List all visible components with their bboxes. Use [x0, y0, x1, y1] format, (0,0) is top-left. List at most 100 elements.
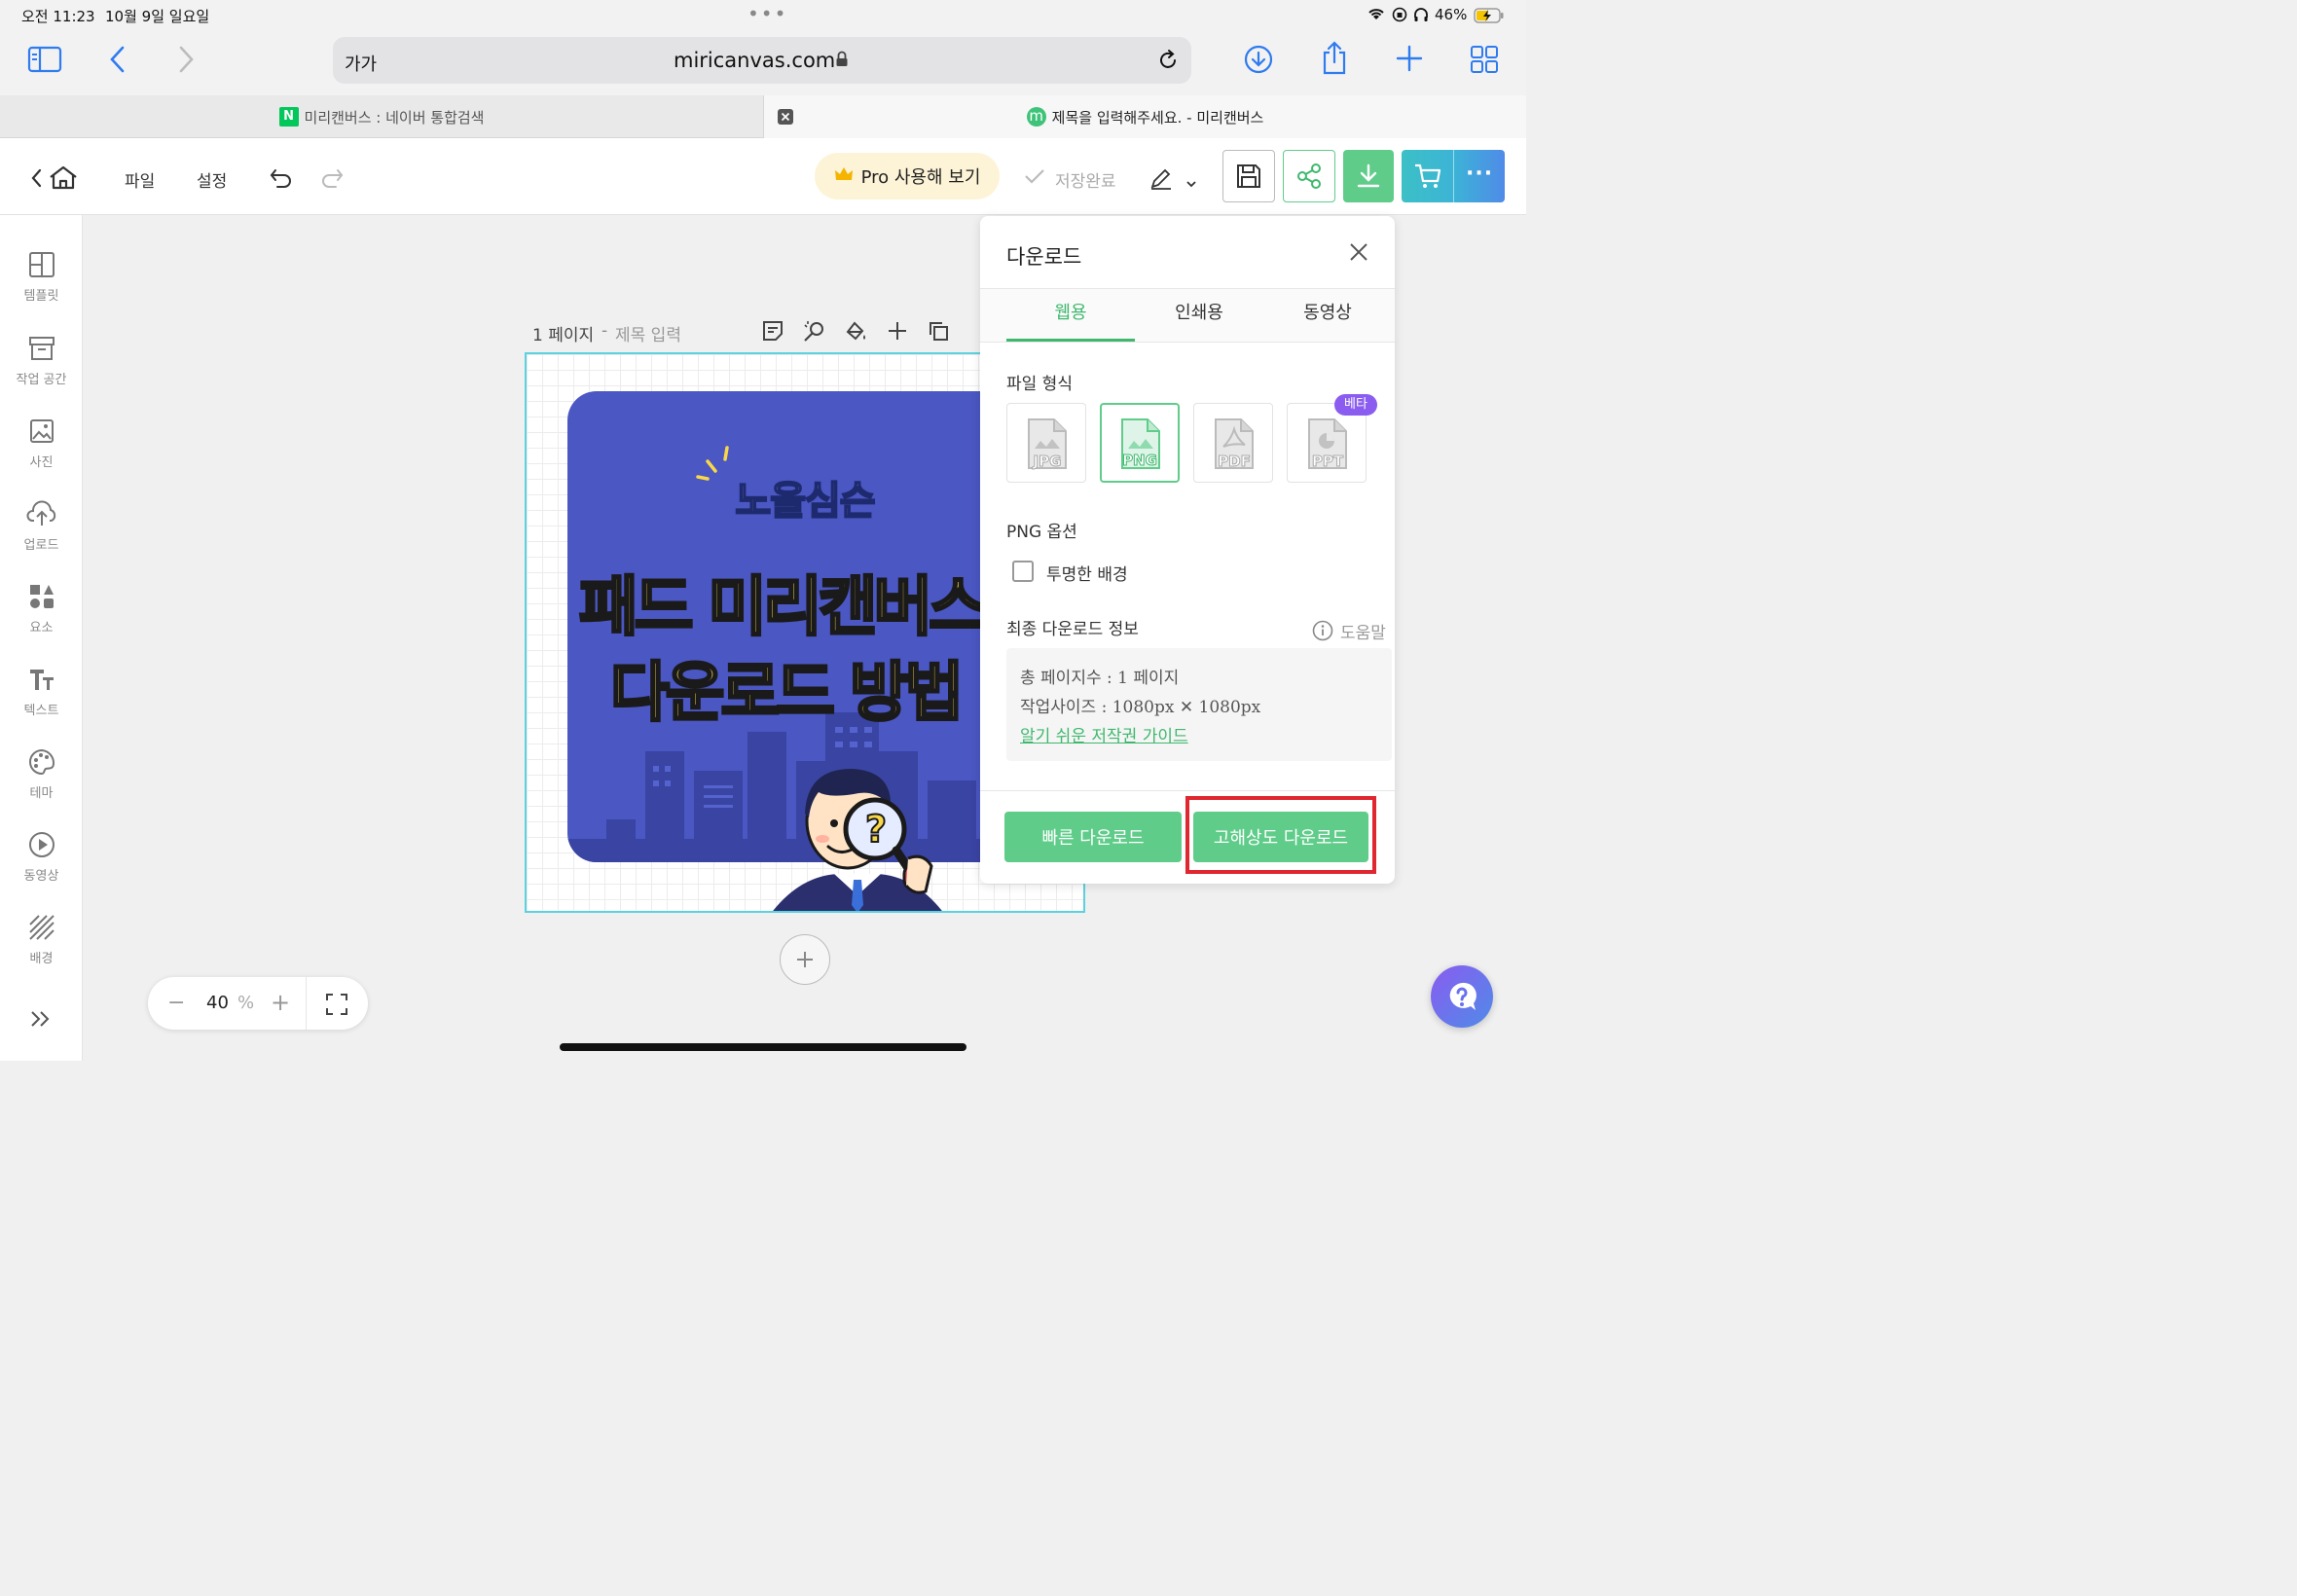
url-text[interactable]: miricanvas.com: [674, 49, 835, 72]
zoom-in-button[interactable]: +: [271, 989, 290, 1016]
elements-icon: [29, 585, 54, 608]
multitask-dots-icon[interactable]: •••: [747, 2, 787, 25]
magic-search-icon[interactable]: [802, 319, 827, 348]
final-info-label: 최종 다운로드 정보: [1006, 620, 1139, 639]
chevron-down-icon[interactable]: [1185, 173, 1197, 192]
sidebar-item-label: 요소: [29, 621, 54, 635]
file-menu[interactable]: 파일: [125, 167, 155, 192]
tab-overview-icon[interactable]: [1470, 45, 1499, 78]
background-icon: [28, 915, 55, 940]
reload-icon[interactable]: [1156, 49, 1180, 76]
left-sidebar: 템플릿 작업 공간 사진 업로드 요소 텍스트 테마 동영상 배경: [0, 215, 83, 1061]
sidebar-item-video[interactable]: 동영상: [0, 830, 83, 908]
new-tab-icon[interactable]: [1396, 45, 1423, 76]
downloads-icon[interactable]: [1244, 45, 1273, 78]
sidebar-item-label: 업로드: [23, 538, 59, 553]
format-pdf-button[interactable]: PDF: [1193, 403, 1273, 483]
quick-download-button[interactable]: 빠른 다운로드: [1004, 812, 1182, 862]
miricanvas-favicon: m: [1026, 107, 1046, 127]
undo-icon[interactable]: [269, 167, 294, 193]
pro-trial-button[interactable]: Pro 사용해 보기: [815, 153, 1000, 200]
zoom-value[interactable]: 40: [206, 993, 229, 1013]
detective-character-illustration: [773, 769, 942, 911]
tab-web[interactable]: 웹용: [1006, 289, 1135, 342]
fill-color-icon[interactable]: [843, 319, 868, 348]
design-small-title[interactable]: 노을심슨: [567, 469, 1042, 526]
highlight-box: [1185, 796, 1376, 874]
tab-miricanvas[interactable]: m 제목을 입력해주세요. - 미리캔버스: [763, 95, 1526, 138]
sidebar-item-upload[interactable]: 업로드: [0, 499, 83, 577]
close-icon[interactable]: [1348, 241, 1369, 267]
transparent-bg-label[interactable]: 투명한 배경: [1046, 561, 1128, 585]
format-png-button[interactable]: PNG: [1100, 403, 1180, 483]
page-memo-icon[interactable]: [761, 319, 784, 346]
back-home-icon[interactable]: [29, 165, 80, 195]
format-label: PPT: [1311, 453, 1344, 471]
download-icon: [1357, 163, 1380, 188]
browser-tabs: N 미리캔버스 : 네이버 통합검색 m 제목을 입력해주세요. - 미리캔버스: [0, 95, 1526, 138]
status-date: 10월 9일 일요일: [105, 8, 210, 25]
duplicate-page-icon[interactable]: [927, 319, 950, 346]
cart-icon[interactable]: [1413, 162, 1442, 195]
sidebar-item-label: 텍스트: [23, 704, 59, 718]
help-chat-button[interactable]: [1431, 965, 1493, 1028]
template-icon: [28, 252, 55, 277]
info-icon[interactable]: [1312, 620, 1333, 645]
theme-icon: [28, 748, 55, 776]
pen-icon[interactable]: [1148, 167, 1174, 195]
question-chat-icon: [1449, 982, 1477, 1010]
help-link[interactable]: 도움말: [1340, 619, 1386, 643]
add-page-icon[interactable]: [886, 319, 909, 346]
address-bar[interactable]: 가가 miricanvas.com: [333, 37, 1191, 84]
divider: [1453, 150, 1454, 202]
more-icon[interactable]: ···: [1466, 162, 1493, 186]
sidebar-item-theme[interactable]: 테마: [0, 747, 83, 825]
transparent-bg-checkbox[interactable]: [1012, 561, 1034, 582]
settings-menu[interactable]: 설정: [197, 167, 227, 192]
divider: [306, 977, 307, 1030]
sidebar-item-text[interactable]: 텍스트: [0, 665, 83, 743]
page-number: 1 페이지: [532, 326, 595, 345]
battery-percent: 46%: [1435, 6, 1468, 23]
back-icon[interactable]: [107, 45, 128, 78]
tab-print[interactable]: 인쇄용: [1135, 289, 1263, 342]
divider: [980, 342, 1395, 343]
plus-icon: [797, 952, 813, 967]
crown-icon: [834, 166, 854, 186]
page-separator: -: [602, 321, 608, 341]
sidebar-item-workspace[interactable]: 작업 공간: [0, 334, 83, 412]
share-nodes-icon: [1297, 163, 1321, 189]
text-size-button[interactable]: 가가: [345, 51, 377, 76]
forward-icon[interactable]: [175, 45, 197, 78]
format-jpg-button[interactable]: JPG: [1006, 403, 1086, 483]
close-tab-icon[interactable]: [778, 109, 793, 125]
sidebar-item-template[interactable]: 템플릿: [0, 250, 83, 328]
copyright-guide-link[interactable]: 알기 쉬운 저작권 가이드: [1020, 722, 1188, 746]
total-pages: 총 페이지수 : 1 페이지: [1020, 669, 1180, 688]
work-size: 작업사이즈 : 1080px ✕ 1080px: [1020, 698, 1261, 717]
workspace-icon: [28, 337, 55, 360]
sidebar-item-photo[interactable]: 사진: [0, 417, 83, 494]
format-label: PDF: [1218, 453, 1252, 471]
rotation-lock-icon: [1392, 7, 1407, 26]
tab-naver-search[interactable]: N 미리캔버스 : 네이버 통합검색: [0, 95, 763, 138]
sidebar-item-label: 작업 공간: [16, 373, 67, 387]
download-tabs: 웹용 인쇄용 동영상: [980, 289, 1395, 342]
sidebar-item-label: 템플릿: [23, 289, 59, 304]
zoom-out-button[interactable]: −: [167, 991, 185, 1015]
add-page-button[interactable]: [780, 934, 830, 985]
page-title-input[interactable]: 제목 입력: [615, 321, 681, 345]
tab-video[interactable]: 동영상: [1263, 289, 1392, 342]
status-time: 오전 11:23: [21, 8, 95, 25]
fullscreen-icon[interactable]: [325, 993, 348, 1020]
redo-icon[interactable]: [319, 167, 345, 193]
share-icon[interactable]: [1320, 41, 1349, 80]
save-button[interactable]: [1222, 150, 1275, 202]
expand-sidebar-icon[interactable]: [29, 1009, 53, 1033]
share-button[interactable]: [1283, 150, 1335, 202]
sidebar-item-elements[interactable]: 요소: [0, 582, 83, 660]
sidebar-item-background[interactable]: 배경: [0, 913, 83, 991]
sidebar-toggle-icon[interactable]: [27, 45, 62, 78]
download-button[interactable]: [1343, 150, 1394, 202]
tab-label: 미리캔버스 : 네이버 통합검색: [304, 108, 485, 127]
